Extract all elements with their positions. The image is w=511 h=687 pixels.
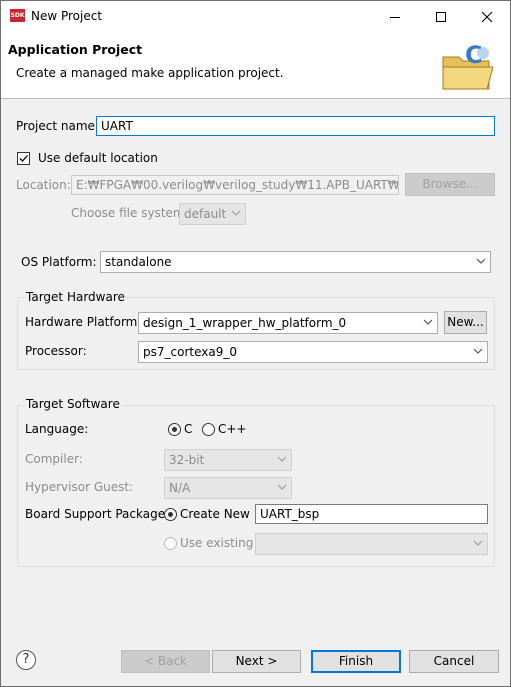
language-label: Language: (25, 422, 89, 436)
hardware-platform-value: design_1_wrapper_hw_platform_0 (143, 316, 347, 330)
location-label: Location: (16, 178, 71, 192)
cancel-button[interactable]: Cancel (409, 650, 499, 673)
compiler-select[interactable]: 32-bit (164, 449, 292, 471)
back-button[interactable]: < Back (121, 650, 210, 673)
processor-select[interactable]: ps7_cortexa9_0 (138, 341, 488, 363)
new-project-dialog: SDK New Project Application Project Crea… (0, 0, 511, 687)
c-project-folder-icon: C (442, 43, 494, 90)
use-default-location-checkbox[interactable] (17, 152, 30, 165)
browse-button[interactable]: Browse... (405, 173, 495, 196)
chevron-down-icon (277, 484, 287, 490)
project-name-label: Project name: (16, 119, 99, 133)
create-new-bsp-label: Create New (180, 507, 250, 521)
page-description: Create a managed make application projec… (16, 66, 284, 80)
checkmark-icon (19, 155, 28, 162)
help-icon[interactable]: ? (16, 650, 36, 670)
bsp-name-input[interactable]: UART_bsp (255, 504, 488, 524)
page-title: Application Project (8, 42, 143, 57)
existing-bsp-select[interactable] (255, 533, 488, 555)
minimize-button[interactable] (372, 1, 418, 32)
location-input[interactable]: E:₩FPGA₩00.verilog₩verilog_study₩11.APB_… (71, 175, 399, 195)
next-button[interactable]: Next > (212, 650, 301, 673)
chevron-down-icon (231, 210, 241, 216)
use-default-location-label: Use default location (38, 151, 158, 165)
project-name-input[interactable]: UART (96, 116, 495, 136)
maximize-icon (436, 11, 446, 22)
chevron-down-icon (473, 348, 483, 354)
hypervisor-guest-value: N/A (169, 481, 191, 495)
new-hardware-button[interactable]: New... (444, 311, 487, 334)
language-cpp-label: C++ (218, 422, 247, 436)
os-platform-select[interactable]: standalone (100, 251, 491, 273)
use-existing-bsp-label: Use existing (180, 536, 254, 550)
use-existing-bsp-radio[interactable] (164, 537, 177, 550)
file-system-select[interactable]: default (179, 203, 246, 225)
target-hardware-label: Target Hardware (25, 290, 126, 304)
compiler-label: Compiler: (25, 452, 83, 466)
target-software-label: Target Software (25, 397, 121, 411)
chevron-down-icon (423, 319, 433, 325)
hardware-platform-select[interactable]: design_1_wrapper_hw_platform_0 (138, 312, 438, 334)
os-platform-label: OS Platform: (21, 255, 97, 269)
hardware-platform-label: Hardware Platform: (25, 315, 142, 329)
close-button[interactable] (464, 1, 510, 32)
finish-button[interactable]: Finish (311, 650, 401, 673)
language-cpp-radio[interactable] (202, 423, 215, 436)
file-system-value: default (184, 207, 227, 221)
title-bar[interactable]: SDK New Project (1, 1, 510, 32)
hypervisor-guest-select[interactable]: N/A (164, 477, 292, 499)
language-c-label: C (184, 422, 193, 436)
close-icon (481, 11, 493, 22)
sdk-app-icon: SDK (10, 9, 25, 22)
choose-file-system-label: Choose file system: (71, 206, 189, 220)
bsp-label: Board Support Package: (25, 507, 170, 521)
chevron-down-icon (277, 456, 287, 462)
chevron-down-icon (476, 258, 486, 264)
wizard-header: Application Project Create a managed mak… (1, 32, 510, 99)
maximize-button[interactable] (418, 1, 464, 32)
compiler-value: 32-bit (169, 453, 205, 467)
language-c-radio[interactable] (168, 423, 181, 436)
window-title: New Project (31, 9, 103, 23)
chevron-down-icon (473, 540, 483, 546)
os-platform-value: standalone (105, 255, 172, 269)
create-new-bsp-radio[interactable] (164, 508, 177, 521)
minimize-icon (390, 16, 400, 18)
hypervisor-guest-label: Hypervisor Guest: (25, 480, 134, 494)
processor-label: Processor: (25, 344, 87, 358)
processor-value: ps7_cortexa9_0 (143, 345, 237, 359)
